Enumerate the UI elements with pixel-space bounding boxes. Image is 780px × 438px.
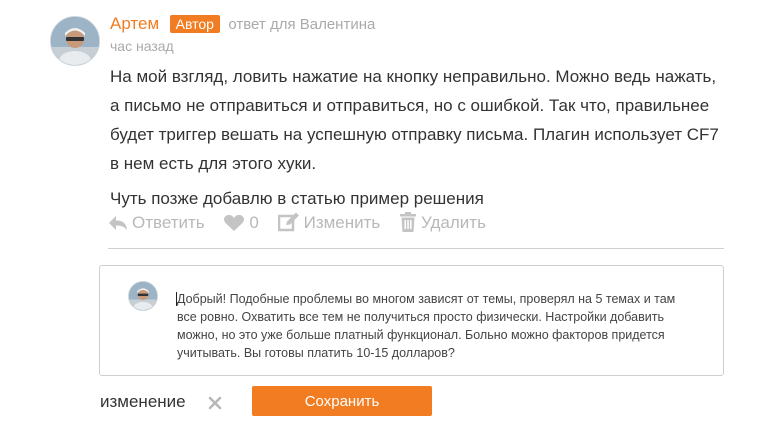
comment-body: На мой взгляд, ловить нажатие на кнопку …	[110, 62, 730, 213]
editor-avatar	[128, 281, 158, 311]
reply-icon	[109, 215, 127, 230]
change-label: изменение	[100, 392, 186, 411]
comment-actions: Ответить 0 Изменить Удалить	[108, 212, 500, 233]
reply-button[interactable]: Ответить	[108, 213, 205, 233]
close-icon	[208, 396, 222, 410]
edit-label: Изменить	[303, 213, 381, 233]
author-badge: Автор	[169, 15, 220, 33]
reply-label: Ответить	[132, 212, 205, 232]
comment-editor: Добрый! Подобные проблемы во многом зави…	[99, 265, 724, 376]
save-button[interactable]: Сохранить	[252, 386, 432, 416]
edit-icon	[277, 212, 299, 232]
comment-paragraph: Чуть позже добавлю в статью пример решен…	[110, 189, 484, 208]
comment-edit-textarea[interactable]: Добрый! Подобные проблемы во многом зави…	[177, 290, 697, 370]
comment-timestamp: час назад	[110, 38, 174, 54]
trash-icon	[400, 212, 417, 233]
comment-paragraph: На мой взгляд, ловить нажатие на кнопку …	[110, 67, 719, 173]
divider	[108, 248, 724, 249]
author-avatar[interactable]	[50, 16, 100, 66]
like-count: 0	[249, 212, 259, 232]
author-name[interactable]: Артем	[110, 14, 159, 34]
cancel-button[interactable]	[206, 394, 224, 412]
delete-label: Удалить	[421, 213, 486, 233]
delete-button[interactable]: Удалить	[399, 212, 486, 233]
edit-button[interactable]: Изменить	[277, 212, 381, 233]
reply-to-label[interactable]: ответ для Валентина	[228, 16, 375, 33]
like-button[interactable]: 0	[223, 212, 259, 233]
heart-icon	[224, 214, 245, 231]
comment-meta: Артем Автор ответ для Валентина	[110, 14, 375, 34]
